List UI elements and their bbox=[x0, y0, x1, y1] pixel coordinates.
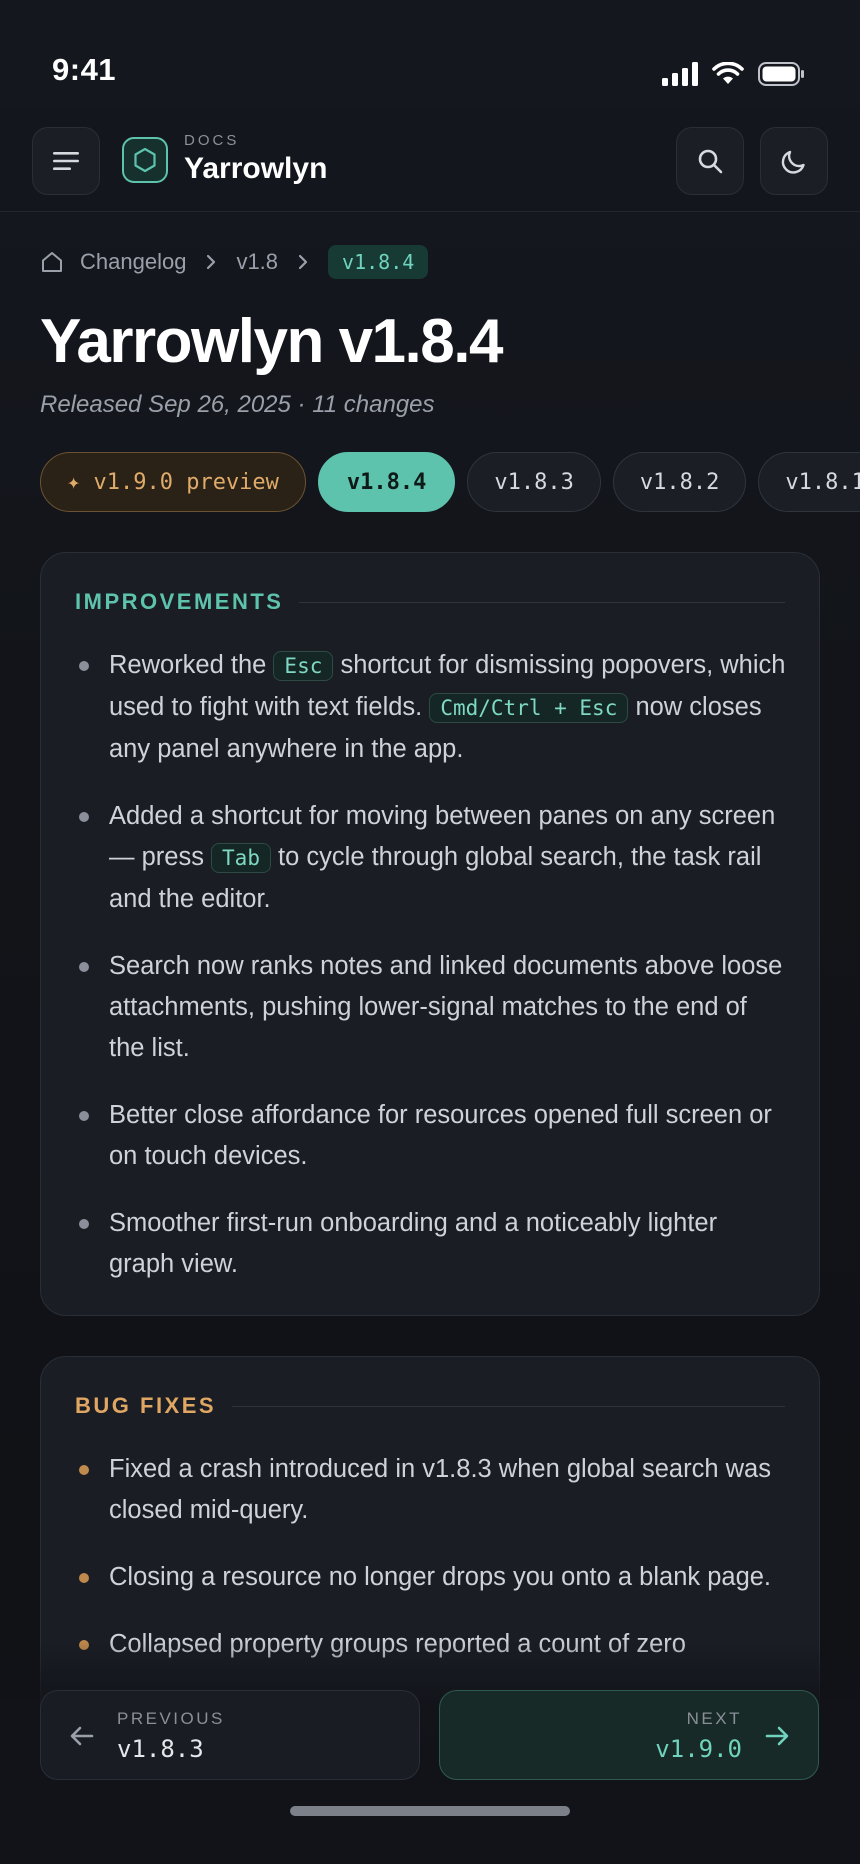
wifi-icon bbox=[712, 62, 744, 84]
brand-logo[interactable] bbox=[122, 137, 168, 183]
menu-icon bbox=[53, 152, 79, 170]
version-chip[interactable]: v1.8.3 bbox=[467, 452, 601, 512]
pager-prev-version: v1.8.3 bbox=[117, 1735, 204, 1763]
hexagon-icon bbox=[134, 147, 156, 173]
pager-next-kicker: NEXT bbox=[686, 1709, 742, 1728]
menu-button[interactable] bbox=[32, 127, 100, 195]
brand-title[interactable]: Yarrowlyn bbox=[184, 152, 327, 186]
bullet bbox=[79, 1219, 89, 1229]
version-chip-active[interactable]: v1.8.4 bbox=[317, 452, 456, 512]
release-meta: Released Sep 26, 2025 · 11 changes bbox=[40, 391, 435, 418]
item-text: Better close affordance for resources op… bbox=[109, 1101, 772, 1170]
improvements-card: IMPROVEMENTS Reworked the Esc shortcut f… bbox=[40, 552, 820, 1316]
list-item: Better close affordance for resources op… bbox=[75, 1095, 789, 1177]
improvements-list: Reworked the Esc shortcut for dismissing… bbox=[75, 645, 789, 1311]
chevron-right-icon bbox=[296, 253, 310, 271]
search-icon bbox=[698, 149, 723, 174]
status-icons bbox=[662, 62, 804, 86]
cellular-signal-icon bbox=[662, 62, 698, 86]
chevron-right-icon bbox=[204, 253, 218, 271]
version-chip[interactable]: v1.8.1 bbox=[758, 452, 860, 512]
moon-icon bbox=[781, 150, 805, 174]
status-bar: 9:41 bbox=[0, 0, 860, 108]
divider bbox=[299, 601, 785, 603]
list-item: Search now ranks notes and linked docume… bbox=[75, 946, 789, 1069]
theme-toggle-button[interactable] bbox=[760, 127, 828, 195]
version-chip-row: ✦ v1.9.0 preview v1.8.4 v1.8.3 v1.8.2 v1… bbox=[40, 452, 860, 512]
keyboard-shortcut: Tab bbox=[211, 843, 271, 873]
status-time: 9:41 bbox=[52, 52, 117, 87]
list-item: Closing a resource no longer drops you o… bbox=[75, 1557, 789, 1598]
item-text: Search now ranks notes and linked docume… bbox=[109, 952, 783, 1062]
bullet bbox=[79, 661, 89, 671]
bullet bbox=[79, 1573, 89, 1583]
breadcrumb-v1-8[interactable]: v1.8 bbox=[236, 249, 278, 275]
search-button[interactable] bbox=[676, 127, 744, 195]
keyboard-shortcut: Esc bbox=[273, 651, 334, 681]
arrow-left-icon bbox=[70, 1726, 94, 1746]
item-text: Fixed a crash introduced in v1.8.3 when … bbox=[109, 1455, 771, 1524]
list-item: Smoother first-run onboarding and a noti… bbox=[75, 1203, 789, 1285]
breadcrumb: Changelog v1.8 v1.8.4 bbox=[40, 244, 429, 280]
improvements-header: IMPROVEMENTS bbox=[75, 589, 785, 615]
breadcrumb-current: v1.8.4 bbox=[328, 245, 429, 279]
brand-kicker: DOCS bbox=[184, 132, 240, 149]
version-chip[interactable]: v1.8.2 bbox=[612, 452, 747, 512]
item-text: Closing a resource no longer drops you o… bbox=[109, 1563, 772, 1591]
next-version-button[interactable]: NEXT v1.9.0 bbox=[439, 1690, 819, 1780]
bullet bbox=[79, 812, 89, 822]
bug-fixes-header: BUG FIXES bbox=[75, 1393, 785, 1419]
improvements-heading: IMPROVEMENTS bbox=[75, 589, 284, 614]
changelog-screen: 9:41 DOCS Yarrowlyn Changelog v1.8 v1.8.… bbox=[0, 0, 860, 1864]
home-indicator[interactable] bbox=[290, 1806, 570, 1816]
bug-fixes-heading: BUG FIXES bbox=[75, 1393, 217, 1418]
page-title: Yarrowlyn v1.8.4 bbox=[40, 307, 503, 376]
bullet bbox=[79, 1465, 89, 1475]
pager-next-version: v1.9.0 bbox=[655, 1735, 742, 1763]
bullet bbox=[79, 962, 89, 972]
item-text: Smoother first-run onboarding and a noti… bbox=[109, 1209, 718, 1278]
divider bbox=[232, 1405, 785, 1407]
pager-prev-kicker: PREVIOUS bbox=[117, 1709, 225, 1728]
home-icon[interactable] bbox=[40, 250, 64, 274]
item-text: Reworked the bbox=[109, 651, 274, 679]
list-item: Fixed a crash introduced in v1.8.3 when … bbox=[75, 1449, 789, 1531]
version-chip-preview[interactable]: ✦ v1.9.0 preview bbox=[40, 452, 306, 512]
list-item: Reworked the Esc shortcut for dismissing… bbox=[75, 645, 789, 770]
list-item: Added a shortcut for moving between pane… bbox=[75, 796, 789, 920]
previous-version-button[interactable]: PREVIOUS v1.8.3 bbox=[40, 1690, 420, 1780]
battery-icon bbox=[758, 62, 804, 86]
keyboard-shortcut: Cmd/Ctrl + Esc bbox=[429, 693, 629, 723]
app-header: DOCS Yarrowlyn bbox=[0, 108, 860, 212]
breadcrumb-changelog[interactable]: Changelog bbox=[80, 249, 186, 275]
arrow-right-icon bbox=[765, 1726, 789, 1746]
bullet bbox=[79, 1111, 89, 1121]
